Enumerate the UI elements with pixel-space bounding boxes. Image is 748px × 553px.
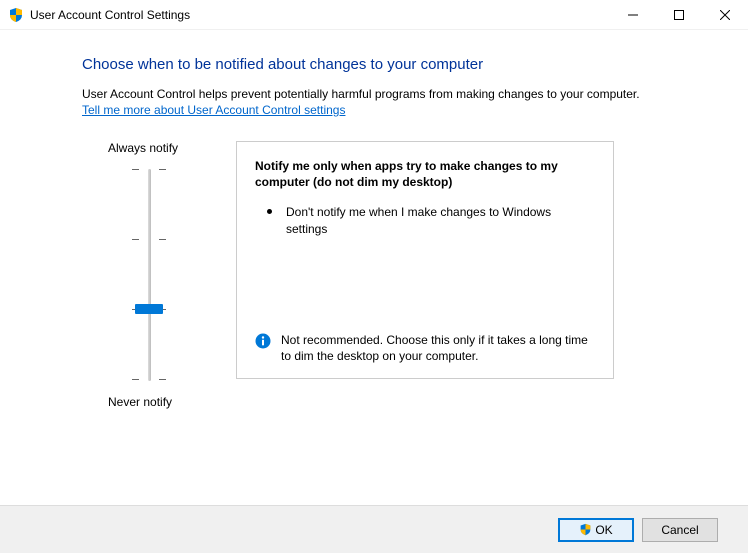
window-title: User Account Control Settings <box>30 8 610 22</box>
ok-button[interactable]: OK <box>558 518 634 542</box>
cancel-button[interactable]: Cancel <box>642 518 718 542</box>
slider-column: Always notify Never notify <box>82 141 192 409</box>
shield-icon <box>579 523 592 536</box>
slider-label-bottom: Never notify <box>108 395 192 409</box>
slider-track <box>148 169 151 381</box>
uac-slider[interactable] <box>140 165 192 385</box>
footer: OK Cancel <box>0 505 748 553</box>
titlebar: User Account Control Settings <box>0 0 748 30</box>
slider-tick <box>132 239 166 240</box>
panel-title: Notify me only when apps try to make cha… <box>255 158 595 190</box>
bullet-dot-icon <box>267 209 272 214</box>
content-area: Choose when to be notified about changes… <box>0 30 748 409</box>
info-row: Not recommended. Choose this only if it … <box>255 332 595 364</box>
slider-label-top: Always notify <box>108 141 192 155</box>
maximize-button[interactable] <box>656 0 702 29</box>
learn-more-link[interactable]: Tell me more about User Account Control … <box>82 103 345 117</box>
close-button[interactable] <box>702 0 748 29</box>
bullet-text: Don't notify me when I make changes to W… <box>286 204 595 236</box>
info-icon <box>255 333 271 349</box>
slider-tick <box>132 379 166 380</box>
page-description: User Account Control helps prevent poten… <box>82 87 710 101</box>
cancel-label: Cancel <box>661 523 698 537</box>
window-buttons <box>610 0 748 29</box>
slider-thumb[interactable] <box>135 304 163 314</box>
slider-tick <box>132 169 166 170</box>
description-panel: Notify me only when apps try to make cha… <box>236 141 614 379</box>
info-text: Not recommended. Choose this only if it … <box>281 332 595 364</box>
minimize-button[interactable] <box>610 0 656 29</box>
shield-icon <box>8 7 24 23</box>
slider-area: Always notify Never notify Notify me onl… <box>82 141 710 409</box>
panel-bullet: Don't notify me when I make changes to W… <box>255 204 595 236</box>
ok-label: OK <box>595 523 612 537</box>
page-heading: Choose when to be notified about changes… <box>82 56 710 73</box>
